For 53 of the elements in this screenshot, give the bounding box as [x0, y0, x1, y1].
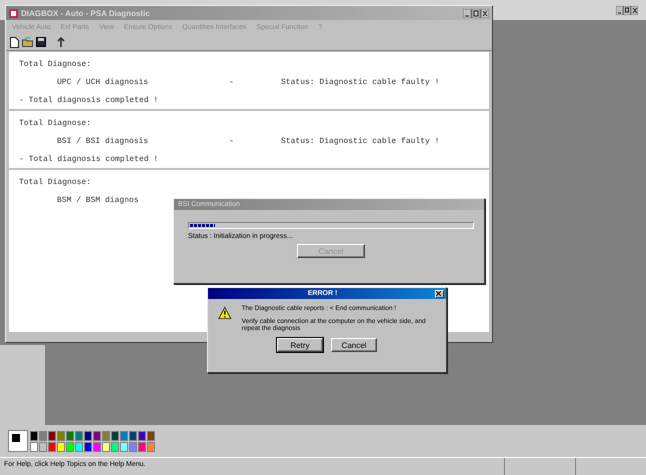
diagnosis-status: Status: Diagnostic cable faulty ! [281, 78, 440, 87]
color-swatch[interactable] [111, 442, 119, 452]
color-swatch[interactable] [30, 430, 38, 440]
color-swatch[interactable] [75, 442, 83, 452]
open-folder-icon[interactable] [22, 37, 33, 47]
color-swatch[interactable] [57, 430, 65, 440]
close-icon [436, 291, 441, 296]
color-swatch[interactable] [147, 430, 155, 440]
color-swatch[interactable] [120, 442, 128, 452]
color-swatch[interactable] [102, 430, 110, 440]
warning-icon [218, 305, 232, 321]
separator-dash: - [229, 78, 235, 87]
color-swatch[interactable] [84, 430, 92, 440]
color-swatch[interactable] [138, 442, 146, 452]
app-icon [9, 8, 18, 18]
close-button[interactable] [435, 290, 444, 298]
completion-message: - Total diagnosis completed ! [19, 96, 158, 105]
ecu-name: BSI / BSI diagnosis [57, 137, 150, 146]
new-document-icon[interactable] [10, 36, 19, 48]
color-swatch[interactable] [39, 442, 47, 452]
color-swatch[interactable] [129, 430, 137, 440]
save-icon[interactable] [36, 37, 46, 47]
ecu-name: BSM / BSM diagnos [57, 196, 139, 205]
color-swatch[interactable] [66, 430, 74, 440]
ecu-name: UPC / UCH diagnosis [57, 78, 150, 87]
color-swatch[interactable] [93, 430, 101, 440]
diagnosis-heading: Total Diagnose: [19, 60, 92, 69]
diagnosis-heading: Total Diagnose: [19, 178, 92, 187]
color-swatch[interactable] [93, 442, 101, 452]
color-swatch[interactable] [39, 430, 47, 440]
color-swatch[interactable] [129, 442, 137, 452]
dialog-button[interactable]: Cancel [331, 338, 377, 352]
current-color-icon [8, 430, 28, 452]
color-swatch[interactable] [102, 442, 110, 452]
diagnosis-heading: Total Diagnose: [19, 119, 92, 128]
color-swatch[interactable] [111, 430, 119, 440]
dialog-button[interactable]: Retry [277, 338, 323, 352]
color-swatch[interactable] [147, 442, 155, 452]
color-swatch[interactable] [75, 430, 83, 440]
completion-message: - Total diagnosis completed ! [19, 155, 158, 164]
color-swatch[interactable] [120, 430, 128, 440]
color-swatch[interactable] [30, 442, 38, 452]
diagnosis-status: Status: Diagnostic cable faulty ! [281, 137, 440, 146]
window-controls-icon[interactable] [463, 8, 489, 18]
window-controls-icon[interactable] [616, 6, 638, 14]
color-swatch[interactable] [84, 442, 92, 452]
color-swatch[interactable] [57, 442, 65, 452]
separator-dash: - [229, 137, 235, 146]
color-swatch[interactable] [138, 430, 146, 440]
color-swatch[interactable] [66, 442, 74, 452]
color-swatch[interactable] [48, 430, 56, 440]
color-swatch[interactable] [48, 442, 56, 452]
window-title: DIAGBOX - Auto - PSA Diagnostic [21, 8, 151, 18]
